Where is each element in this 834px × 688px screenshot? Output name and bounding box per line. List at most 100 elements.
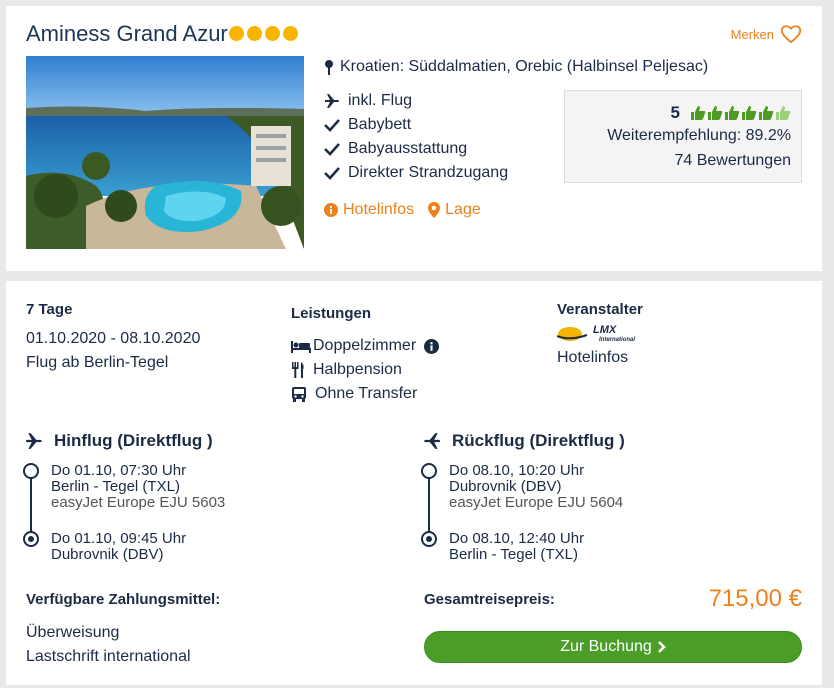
- map-pin-icon: [325, 60, 333, 75]
- departure-dot: [421, 463, 437, 479]
- location-text: Kroatien: Süddalmatien, Orebic (Halbinse…: [340, 58, 709, 75]
- checkmark-icon: [324, 119, 340, 132]
- departure-dot: [23, 463, 39, 479]
- info-icon[interactable]: [424, 338, 440, 354]
- thumb-up-icon: [776, 106, 791, 120]
- logo-subtext: International: [599, 337, 636, 343]
- airplane-icon: [26, 433, 42, 449]
- feature-item: Babybett: [324, 116, 411, 134]
- payment-method: Lastschrift international: [26, 648, 191, 665]
- info-icon: [324, 203, 338, 217]
- travel-dates: 01.10.2020 - 08.10.2020: [26, 330, 201, 347]
- map-marker-icon: [428, 202, 441, 218]
- return-title: Rückflug (Direktflug ): [452, 431, 625, 450]
- feature-label: Babyausstattung: [348, 140, 468, 157]
- total-price: 715,00 €: [708, 585, 802, 612]
- reviews-count: 74 Bewertungen: [674, 152, 791, 169]
- departure-airport: Flug ab Berlin-Tegel: [26, 354, 169, 371]
- hotel-links: Hotelinfos Lage: [324, 201, 481, 219]
- hotel-photo-image: [26, 56, 304, 249]
- return-timeline: Do 08.10, 10:20 Uhr Dubrovnik (DBV) easy…: [421, 463, 721, 563]
- service-transfer: Ohne Transfer: [291, 385, 417, 403]
- dep-airport: Berlin - Tegel (TXL): [51, 478, 180, 495]
- checkmark-icon: [324, 143, 340, 156]
- star-icon: [229, 26, 244, 41]
- carrier: easyJet Europe EJU 5604: [449, 494, 624, 511]
- arrival-dot: [421, 531, 437, 547]
- airplane-icon: [424, 433, 440, 449]
- outbound-header: Hinflug (Direktflug ): [24, 431, 213, 451]
- service-room: Doppelzimmer: [291, 337, 440, 355]
- booking-button[interactable]: Zur Buchung: [424, 631, 802, 663]
- thumb-up-icon: [708, 106, 723, 120]
- offer-card: 7 Tage 01.10.2020 - 08.10.2020 Flug ab B…: [6, 281, 822, 685]
- dep-time: Do 08.10, 10:20 Uhr: [449, 462, 585, 479]
- service-label: Ohne Transfer: [315, 385, 418, 402]
- hotel-photo[interactable]: [26, 56, 304, 249]
- feature-label: inkl. Flug: [348, 92, 413, 109]
- thumb-up-icon: [742, 106, 757, 120]
- timeline-line: [428, 477, 430, 535]
- operator-title: Veranstalter: [557, 301, 643, 318]
- airplane-icon: [325, 94, 339, 108]
- hotelinfos-link[interactable]: Hotelinfos: [324, 201, 414, 219]
- return-arrival: Do 08.10, 12:40 Uhr Berlin - Tegel (TXL): [449, 531, 584, 563]
- thumb-up-icon: [725, 106, 740, 120]
- booking-label: Zur Buchung: [560, 638, 652, 655]
- star-rating: [229, 26, 298, 41]
- total-label: Gesamtreisepreis:: [424, 591, 555, 608]
- service-label: Halbpension: [313, 361, 402, 378]
- payment-title: Verfügbare Zahlungsmittel:: [26, 591, 221, 608]
- outbound-timeline: Do 01.10, 07:30 Uhr Berlin - Tegel (TXL)…: [23, 463, 323, 563]
- feature-label: Direkter Strandzugang: [348, 164, 509, 181]
- hotel-card: Aminess Grand Azur Merken Kroatien: Südd…: [6, 6, 822, 271]
- rating-score: 5: [670, 103, 680, 122]
- hotelinfos-label: Hotelinfos: [343, 201, 415, 218]
- rating-score-row: 5: [671, 103, 791, 123]
- feature-item: Babyausstattung: [324, 140, 467, 158]
- arr-time: Do 08.10, 12:40 Uhr: [449, 530, 585, 547]
- bed-icon: [291, 341, 311, 353]
- rating-box[interactable]: 5 Weiterempfehlung: 89.2% 74 Bewertungen: [564, 90, 802, 183]
- return-departure: Do 08.10, 10:20 Uhr Dubrovnik (DBV) easy…: [449, 463, 623, 511]
- lage-label: Lage: [445, 201, 481, 218]
- carrier: easyJet Europe EJU 5603: [51, 494, 226, 511]
- star-icon: [283, 26, 298, 41]
- merken-label: Merken: [730, 26, 774, 42]
- thumb-up-icon: [759, 106, 774, 120]
- timeline-line: [30, 477, 32, 535]
- recommendation-text: Weiterempfehlung: 89.2%: [607, 127, 791, 144]
- arr-airport: Dubrovnik (DBV): [51, 546, 164, 563]
- outbound-title: Hinflug (Direktflug ): [54, 431, 213, 450]
- arr-time: Do 01.10, 09:45 Uhr: [51, 530, 187, 547]
- return-header: Rückflug (Direktflug ): [422, 431, 625, 451]
- logo-text: LMX: [593, 324, 617, 336]
- operator-hotelinfos-link[interactable]: Hotelinfos: [557, 349, 628, 367]
- arrival-dot: [23, 531, 39, 547]
- hotel-name[interactable]: Aminess Grand Azur: [26, 21, 228, 47]
- duration: 7 Tage: [26, 301, 73, 318]
- dep-time: Do 01.10, 07:30 Uhr: [51, 462, 187, 479]
- service-board: Halbpension: [291, 361, 402, 379]
- feature-item: Direkter Strandzugang: [324, 164, 508, 182]
- star-icon: [247, 26, 262, 41]
- star-icon: [265, 26, 280, 41]
- dep-airport: Dubrovnik (DBV): [449, 478, 562, 495]
- thumbs-rating: [690, 105, 791, 121]
- arr-airport: Berlin - Tegel (TXL): [449, 546, 578, 563]
- outbound-departure: Do 01.10, 07:30 Uhr Berlin - Tegel (TXL)…: [51, 463, 225, 511]
- services-title: Leistungen: [291, 305, 372, 322]
- service-label: Doppelzimmer: [313, 337, 417, 354]
- merken-button[interactable]: Merken: [731, 24, 802, 44]
- lage-link[interactable]: Lage: [428, 201, 481, 219]
- heart-icon: [780, 25, 802, 44]
- checkmark-icon: [324, 167, 340, 180]
- cutlery-icon: [292, 362, 304, 378]
- thumb-up-icon: [691, 106, 706, 120]
- feature-label: Babybett: [348, 116, 412, 133]
- bus-icon: [292, 387, 306, 402]
- payment-method: Überweisung: [26, 624, 120, 641]
- feature-flight: inkl. Flug: [324, 92, 412, 110]
- operator-logo[interactable]: LMX International: [556, 324, 637, 347]
- outbound-arrival: Do 01.10, 09:45 Uhr Dubrovnik (DBV): [51, 531, 186, 563]
